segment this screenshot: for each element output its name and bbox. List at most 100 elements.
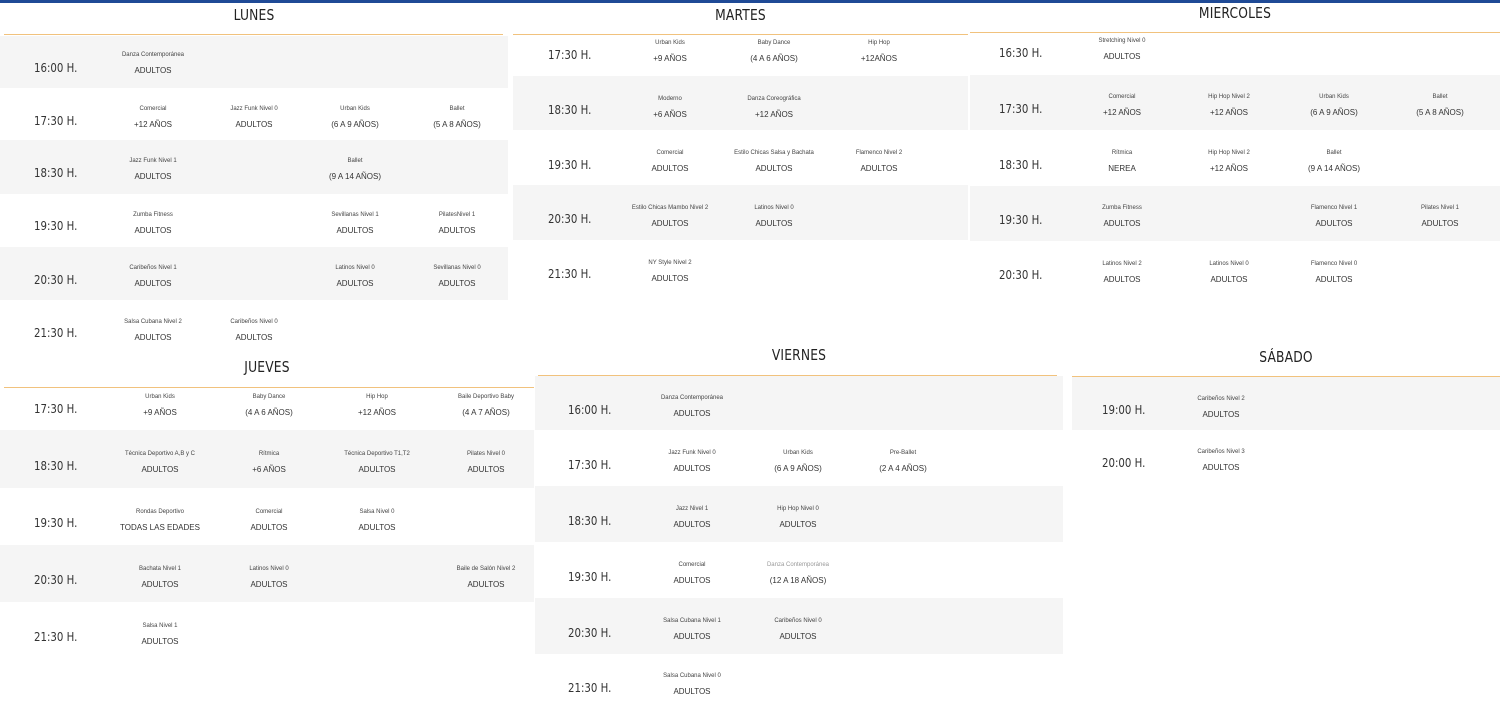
class-level: ADULTOS — [755, 219, 793, 228]
class-name: Flamenco Nivel 2 — [855, 150, 903, 156]
class-level: +12AÑOS — [860, 54, 898, 63]
schedule-row: 19:30 H. Zumba Fitness ADULTOS Sevillana… — [0, 194, 508, 247]
row-time: 19:30 H. — [34, 219, 78, 233]
class-name: Salsa Nivel 1 — [142, 623, 178, 629]
row-time: 21:30 H. — [568, 681, 612, 695]
class-level: ADULTOS — [438, 279, 476, 288]
row-time: 20:30 H. — [568, 626, 612, 640]
class-name: Caribeños Nivel 3 — [1197, 449, 1245, 455]
class-name: Comercial — [656, 150, 684, 156]
schedule-row: 17:30 H. Urban Kids +9 AÑOS Baby Dance (… — [513, 35, 968, 76]
class-name: Rítmica — [1111, 150, 1133, 156]
class-name: Jazz Funk Nivel 1 — [129, 158, 177, 164]
class-level: ADULTOS — [1210, 275, 1248, 284]
row-time: 19:30 H. — [34, 516, 78, 530]
schedule-row: 20:30 H. Bachata Nivel 1 ADULTOS Latinos… — [0, 545, 534, 602]
class-level: ADULTOS — [235, 333, 273, 342]
class-level: ADULTOS — [358, 465, 396, 474]
class-name: Estilo Chicas Mambo Nivel 2 — [631, 205, 709, 211]
class-level: ADULTOS — [651, 164, 689, 173]
class-level: ADULTOS — [779, 520, 817, 529]
class-name: Latinos Nivel 2 — [1102, 261, 1142, 267]
day-viernes: VIERNES 16:00 H. Danza Contemporánea ADU… — [535, 340, 1063, 709]
schedule-row: 19:30 H. Comercial ADULTOS Danza Contemp… — [535, 542, 1063, 598]
schedule-row: 20:30 H. Estilo Chicas Mambo Nivel 2 ADU… — [513, 185, 968, 240]
class-level: (9 A 14 AÑOS) — [328, 172, 382, 181]
class-level: ADULTOS — [134, 226, 172, 235]
row-time: 18:30 H. — [999, 158, 1043, 172]
class-name: Salsa Cubana Nivel 1 — [663, 618, 721, 624]
class-name: Hip Hop Nivel 0 — [777, 506, 819, 512]
schedule-row: 19:30 H. Comercial ADULTOS Estilo Chicas… — [513, 130, 968, 185]
class-level: +9 AÑOS — [653, 54, 687, 63]
class-level: ADULTOS — [358, 523, 396, 532]
class-name: Hip Hop — [366, 394, 388, 400]
class-name: Caribeños Nivel 1 — [129, 265, 177, 271]
class-name: Latinos Nivel 0 — [754, 205, 794, 211]
class-level: ADULTOS — [250, 523, 288, 532]
class-level: ADULTOS — [651, 219, 689, 228]
class-level: ADULTOS — [1315, 275, 1353, 284]
class-level: ADULTOS — [1103, 275, 1141, 284]
class-level: TODAS LAS EDADES — [120, 523, 200, 532]
class-level: ADULTOS — [141, 580, 179, 589]
class-level: +6 AÑOS — [252, 465, 286, 474]
row-time: 17:30 H. — [568, 458, 612, 472]
class-level: NEREA — [1108, 164, 1136, 173]
schedule-row: 17:30 H. Comercial +12 AÑOS Hip Hop Nive… — [970, 75, 1500, 130]
schedule-row: 17:30 H. Comercial +12 AÑOS Jazz Funk Ni… — [0, 88, 508, 140]
class-name: Técnica Deportivo T1,T2 — [344, 451, 410, 457]
row-time: 21:30 H. — [34, 630, 78, 644]
class-name: Pilates Nivel 0 — [466, 451, 505, 457]
class-name: Zumba Fitness — [1102, 205, 1142, 211]
class-level: ADULTOS — [673, 409, 711, 418]
schedule-row: 20:30 H. Latinos Nivel 2 ADULTOS Latinos… — [970, 241, 1500, 300]
class-level: ADULTOS — [651, 274, 689, 283]
day-title: MARTES — [715, 6, 766, 24]
class-name: Sevillanas Nivel 0 — [433, 265, 481, 271]
class-level: ADULTOS — [755, 164, 793, 173]
class-level: +12 AÑOS — [1209, 164, 1249, 173]
class-name: Estilo Chicas Salsa y Bachata — [734, 150, 814, 156]
class-level: (6 A 9 AÑOS) — [774, 464, 822, 473]
class-name: Técnica Deportivo A,B y C — [124, 451, 196, 457]
day-title: LUNES — [233, 6, 275, 24]
class-name: Urban Kids — [783, 450, 813, 456]
class-name: Urban Kids — [1319, 94, 1349, 100]
schedule-row: 16:00 H. Danza Contemporánea ADULTOS — [535, 376, 1063, 430]
row-time: 20:30 H. — [34, 573, 78, 587]
row-time: 16:00 H. — [568, 403, 612, 417]
class-level: +12 AÑOS — [1102, 108, 1142, 117]
class-name: Flamenco Nivel 1 — [1310, 205, 1358, 211]
class-name: Comercial — [255, 509, 283, 515]
class-name: Ballet — [1326, 150, 1342, 156]
class-level: ADULTOS — [779, 632, 817, 641]
class-level: ADULTOS — [673, 632, 711, 641]
day-sabado: SÁBADO 19:00 H. Caribeños Nivel 2 ADULTO… — [1072, 340, 1500, 480]
class-level: ADULTOS — [134, 66, 172, 75]
class-name: Pre-Ballet — [889, 450, 917, 456]
schedule-row: 18:30 H. Rítmica NEREA Hip Hop Nivel 2 +… — [970, 130, 1500, 186]
class-level: (4 A 6 AÑOS) — [750, 54, 798, 63]
row-time: 18:30 H. — [568, 514, 612, 528]
class-name: Salsa Nivel 0 — [359, 509, 395, 515]
class-level: +6 AÑOS — [653, 110, 687, 119]
class-name: Moderno — [658, 96, 682, 102]
class-name: Jazz Nivel 1 — [675, 506, 709, 512]
class-level: (2 A 4 AÑOS) — [879, 464, 927, 473]
schedule-row: 17:30 H. Jazz Funk Nivel 0 ADULTOS Urban… — [535, 430, 1063, 486]
row-time: 20:30 H. — [999, 268, 1043, 282]
class-level: ADULTOS — [1315, 219, 1353, 228]
schedule-row: 16:30 H. Stretching Nivel 0 ADULTOS — [970, 33, 1500, 75]
row-time: 20:30 H. — [34, 273, 78, 287]
class-name: Danza Contemporánea — [766, 562, 830, 568]
class-name: Rondas Deportivo — [135, 509, 185, 515]
row-time: 18:30 H. — [34, 459, 78, 473]
schedule-row: 21:30 H. Salsa Nivel 1 ADULTOS — [0, 602, 534, 662]
class-level: ADULTOS — [467, 465, 505, 474]
row-time: 21:30 H. — [34, 326, 78, 340]
day-title: VIERNES — [771, 346, 827, 364]
class-name: Bachata Nivel 1 — [138, 566, 182, 572]
class-level: +12 AÑOS — [754, 110, 794, 119]
day-lunes: LUNES 16:00 H. Danza Contemporánea ADULT… — [0, 0, 508, 350]
